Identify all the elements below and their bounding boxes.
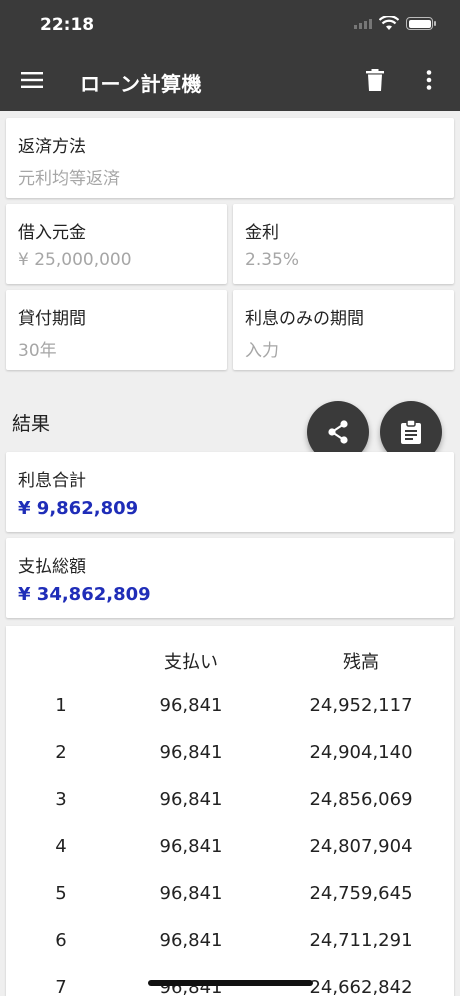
row-number: 5 xyxy=(55,883,67,904)
home-indicator[interactable] xyxy=(148,980,313,986)
row-payment: 96,841 xyxy=(159,695,223,716)
row-payment: 96,841 xyxy=(159,742,223,763)
trash-icon xyxy=(366,69,384,91)
payment-schedule-table: 支払い 残高 1 96,841 24,952,117 2 96,841 24,9… xyxy=(6,626,454,996)
column-header-payment: 支払い xyxy=(164,652,218,673)
loan-period-field[interactable]: 貸付期間 30年 xyxy=(6,290,227,370)
results-title: 結果 xyxy=(12,413,51,435)
repayment-method-field[interactable]: 返済方法 元利均等返済 xyxy=(6,118,454,198)
status-time: 22:18 xyxy=(40,15,95,35)
interest-rate-label: 金利 xyxy=(245,223,279,243)
hamburger-menu-icon xyxy=(21,72,43,88)
delete-button[interactable] xyxy=(355,60,395,100)
row-balance: 24,856,069 xyxy=(309,789,413,810)
row-balance: 24,759,645 xyxy=(309,883,413,904)
row-balance: 24,952,117 xyxy=(309,695,413,716)
row-number: 7 xyxy=(55,977,67,996)
row-balance: 24,711,291 xyxy=(309,930,413,951)
clipboard-icon xyxy=(401,420,421,444)
principal-field[interactable]: 借入元金 ¥ 25,000,000 xyxy=(6,204,227,284)
row-number: 6 xyxy=(55,930,67,951)
status-icons xyxy=(354,16,436,31)
row-number: 1 xyxy=(55,695,67,716)
total-payment-value: ¥ 34,862,809 xyxy=(18,584,151,605)
signal-icon xyxy=(354,18,372,29)
row-payment: 96,841 xyxy=(159,836,223,857)
interest-rate-value: 2.35% xyxy=(245,250,300,270)
wifi-icon xyxy=(379,16,399,30)
row-number: 2 xyxy=(55,742,67,763)
app-bar: ローン計算機 xyxy=(0,50,460,111)
repayment-method-value: 元利均等返済 xyxy=(18,169,120,189)
total-payment-label: 支払総額 xyxy=(18,557,86,577)
loan-period-value: 30年 xyxy=(18,341,57,361)
app-title: ローン計算機 xyxy=(80,72,202,96)
interest-rate-field[interactable]: 金利 2.35% xyxy=(233,204,454,284)
menu-button[interactable] xyxy=(12,60,52,100)
row-number: 3 xyxy=(55,789,67,810)
more-vertical-icon xyxy=(426,70,432,90)
row-payment: 96,841 xyxy=(159,789,223,810)
interest-only-period-field[interactable]: 利息のみの期間 入力 xyxy=(233,290,454,370)
share-icon xyxy=(328,420,348,444)
row-balance: 24,904,140 xyxy=(309,742,413,763)
principal-value: ¥ 25,000,000 xyxy=(18,250,132,270)
total-payment-card: 支払総額 ¥ 34,862,809 xyxy=(6,538,454,618)
row-balance: 24,807,904 xyxy=(309,836,413,857)
more-options-button[interactable] xyxy=(409,60,449,100)
row-payment: 96,841 xyxy=(159,930,223,951)
row-number: 4 xyxy=(55,836,67,857)
loan-period-label: 貸付期間 xyxy=(18,309,86,329)
total-interest-value: ¥ 9,862,809 xyxy=(18,498,139,519)
principal-label: 借入元金 xyxy=(18,223,86,243)
battery-icon xyxy=(406,17,436,30)
interest-only-period-input[interactable]: 入力 xyxy=(245,336,279,361)
status-bar: 22:18 xyxy=(0,0,460,50)
interest-only-period-label: 利息のみの期間 xyxy=(245,309,364,329)
row-payment: 96,841 xyxy=(159,883,223,904)
column-header-balance: 残高 xyxy=(343,652,379,673)
total-interest-card: 利息合計 ¥ 9,862,809 xyxy=(6,452,454,532)
total-interest-label: 利息合計 xyxy=(18,471,86,491)
repayment-method-label: 返済方法 xyxy=(18,137,86,157)
